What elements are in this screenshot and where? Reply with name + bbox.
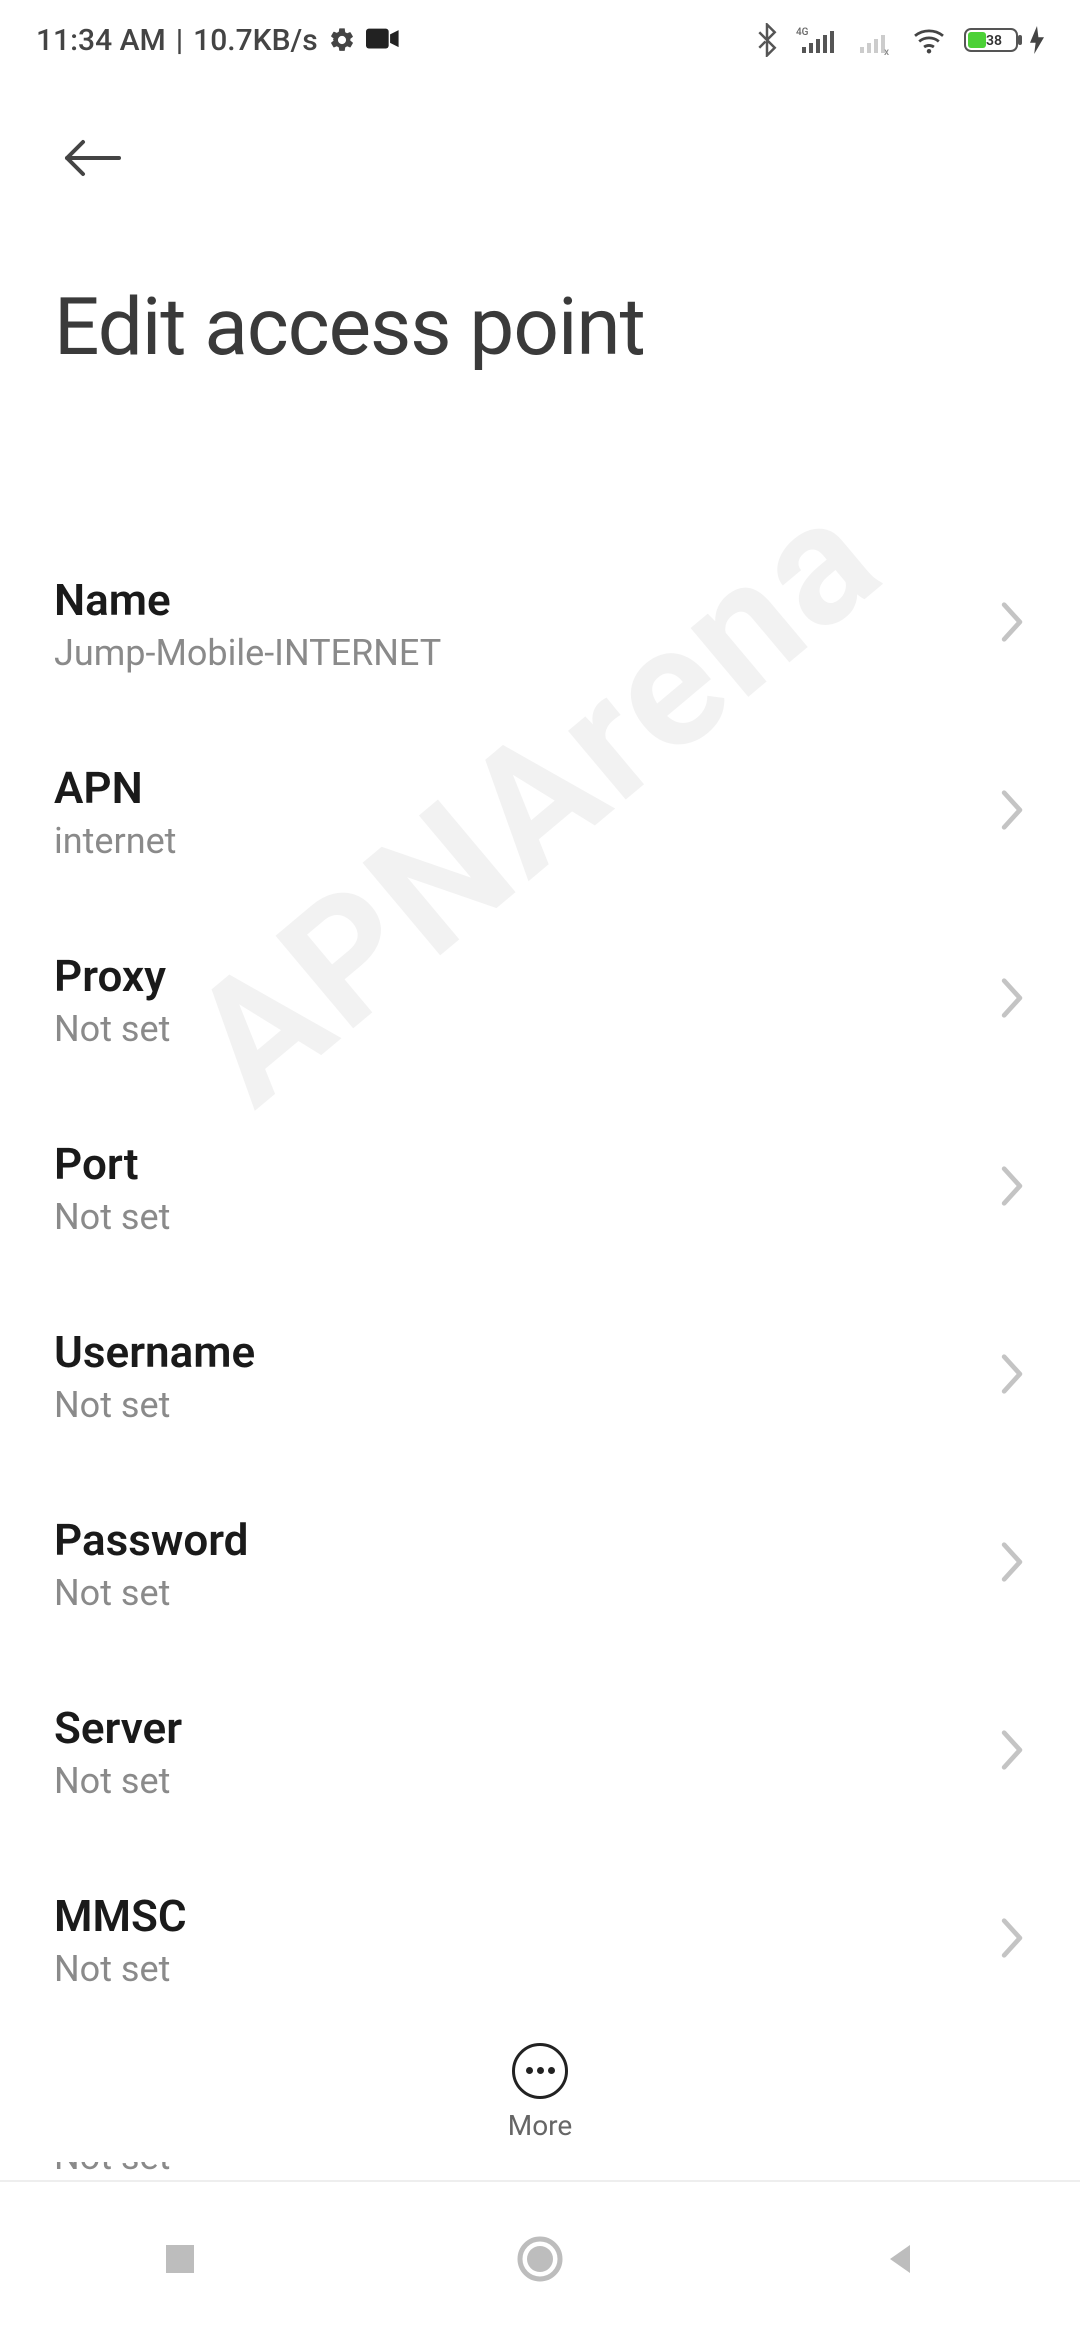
bluetooth-icon [756,23,778,57]
svg-text:38: 38 [986,33,1002,49]
row-value: internet [54,820,176,862]
row-label: APN [54,762,176,814]
row-value: Not set [54,1948,187,1990]
row-server[interactable]: Server Not set [54,1658,1026,1846]
chevron-right-icon [998,600,1026,648]
bottom-action-bar: More [0,2022,1080,2162]
videocam-icon [366,28,400,52]
row-username[interactable]: Username Not set [54,1282,1026,1470]
page-title: Edit access point [54,280,1026,374]
wifi-icon [912,26,946,54]
signal-empty-icon: x [854,25,894,55]
row-mmsc[interactable]: MMSC Not set [54,1846,1026,2034]
battery-icon: 38 [964,25,1044,55]
chevron-right-icon [998,1540,1026,1588]
chevron-right-icon [998,1728,1026,1776]
status-time: 11:34 AM [36,23,166,58]
triangle-left-icon [882,2241,918,2281]
status-right: 4G x 38 [756,23,1044,57]
nav-home-button[interactable] [510,2231,570,2291]
more-button[interactable]: More [508,2043,573,2142]
row-label: Proxy [54,950,170,1002]
svg-text:4G: 4G [796,27,809,38]
row-label: MMSC [54,1890,187,1942]
row-value: Not set [54,1760,182,1802]
circle-icon [516,2235,564,2287]
chevron-right-icon [998,1352,1026,1400]
system-nav-bar [0,2180,1080,2340]
chevron-right-icon [998,1164,1026,1212]
row-apn[interactable]: APN internet [54,718,1026,906]
row-name[interactable]: Name Jump-Mobile-INTERNET [54,530,1026,718]
arrow-left-icon [59,138,129,182]
square-icon [162,2241,198,2281]
nav-back-button[interactable] [870,2231,930,2291]
row-password[interactable]: Password Not set [54,1470,1026,1658]
chevron-right-icon [998,1916,1026,1964]
row-label: Name [54,574,441,626]
status-left: 11:34 AM | 10.7KB/s [36,23,400,58]
signal-4g-icon: 4G [796,25,836,55]
row-value: Not set [54,1572,248,1614]
row-value: Not set [54,1008,170,1050]
row-value: Not set [54,1196,170,1238]
gear-icon [328,26,356,54]
row-value: Not set [54,1384,255,1426]
row-proxy[interactable]: Proxy Not set [54,906,1026,1094]
more-icon [512,2043,568,2099]
status-net-rate: 10.7KB/s [193,23,318,58]
row-label: Server [54,1702,182,1754]
status-bar: 11:34 AM | 10.7KB/s 4G x 38 [0,0,1080,80]
nav-recents-button[interactable] [150,2231,210,2291]
app-bar: Edit access point [0,120,1080,374]
row-port[interactable]: Port Not set [54,1094,1026,1282]
row-value: Jump-Mobile-INTERNET [54,632,441,674]
chevron-right-icon [998,788,1026,836]
settings-list: Name Jump-Mobile-INTERNET APN internet P… [0,530,1080,2180]
row-label: Username [54,1326,255,1378]
row-label: Password [54,1514,248,1566]
back-button[interactable] [54,120,134,200]
row-label: Port [54,1138,170,1190]
more-label: More [508,2109,573,2142]
svg-text:x: x [884,47,889,55]
chevron-right-icon [998,976,1026,1024]
